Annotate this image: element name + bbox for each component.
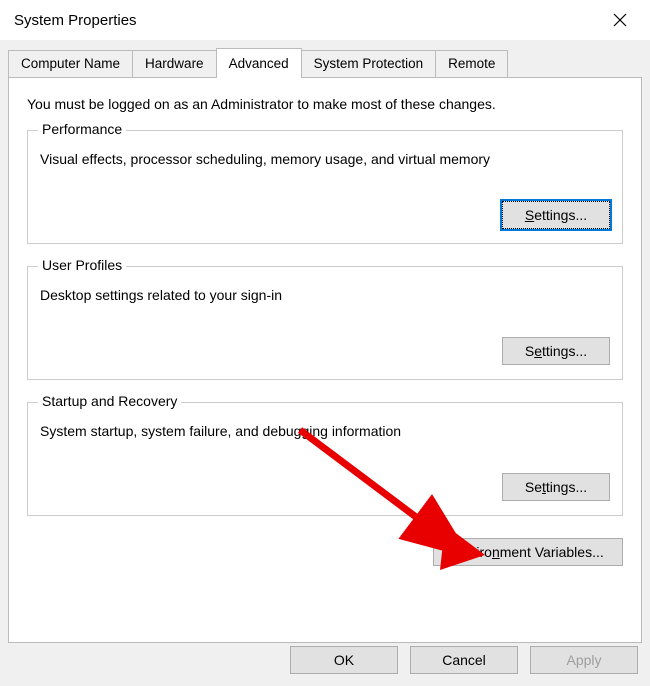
user-profiles-legend: User Profiles [38, 257, 126, 273]
performance-settings-button[interactable]: Settings... [502, 201, 610, 229]
admin-note: You must be logged on as an Administrato… [27, 96, 623, 112]
environment-variables-button[interactable]: Environment Variables... [433, 538, 623, 566]
tab-hardware[interactable]: Hardware [132, 50, 217, 77]
apply-button[interactable]: Apply [530, 646, 638, 674]
startup-recovery-legend: Startup and Recovery [38, 393, 181, 409]
performance-fieldset: Performance Visual effects, processor sc… [27, 130, 623, 244]
tab-advanced[interactable]: Advanced [216, 48, 302, 77]
tab-remote[interactable]: Remote [435, 50, 508, 77]
performance-legend: Performance [38, 121, 126, 137]
tab-computer-name[interactable]: Computer Name [8, 50, 133, 77]
ok-button[interactable]: OK [290, 646, 398, 674]
window-title: System Properties [14, 12, 597, 29]
advanced-panel: You must be logged on as an Administrato… [8, 77, 642, 643]
user-profiles-desc: Desktop settings related to your sign-in [40, 287, 610, 303]
startup-recovery-fieldset: Startup and Recovery System startup, sys… [27, 402, 623, 516]
dialog-button-row: OK Cancel Apply [290, 646, 638, 674]
close-button[interactable] [597, 0, 642, 40]
startup-recovery-settings-button[interactable]: Settings... [502, 473, 610, 501]
tabstrip: Computer Name Hardware Advanced System P… [0, 40, 650, 77]
titlebar: System Properties [0, 0, 650, 40]
user-profiles-fieldset: User Profiles Desktop settings related t… [27, 266, 623, 380]
performance-desc: Visual effects, processor scheduling, me… [40, 151, 610, 167]
cancel-button[interactable]: Cancel [410, 646, 518, 674]
tab-system-protection[interactable]: System Protection [301, 50, 437, 77]
system-properties-window: System Properties Computer Name Hardware… [0, 0, 650, 686]
startup-recovery-desc: System startup, system failure, and debu… [40, 423, 610, 439]
close-icon [613, 13, 627, 27]
user-profiles-settings-button[interactable]: Settings... [502, 337, 610, 365]
